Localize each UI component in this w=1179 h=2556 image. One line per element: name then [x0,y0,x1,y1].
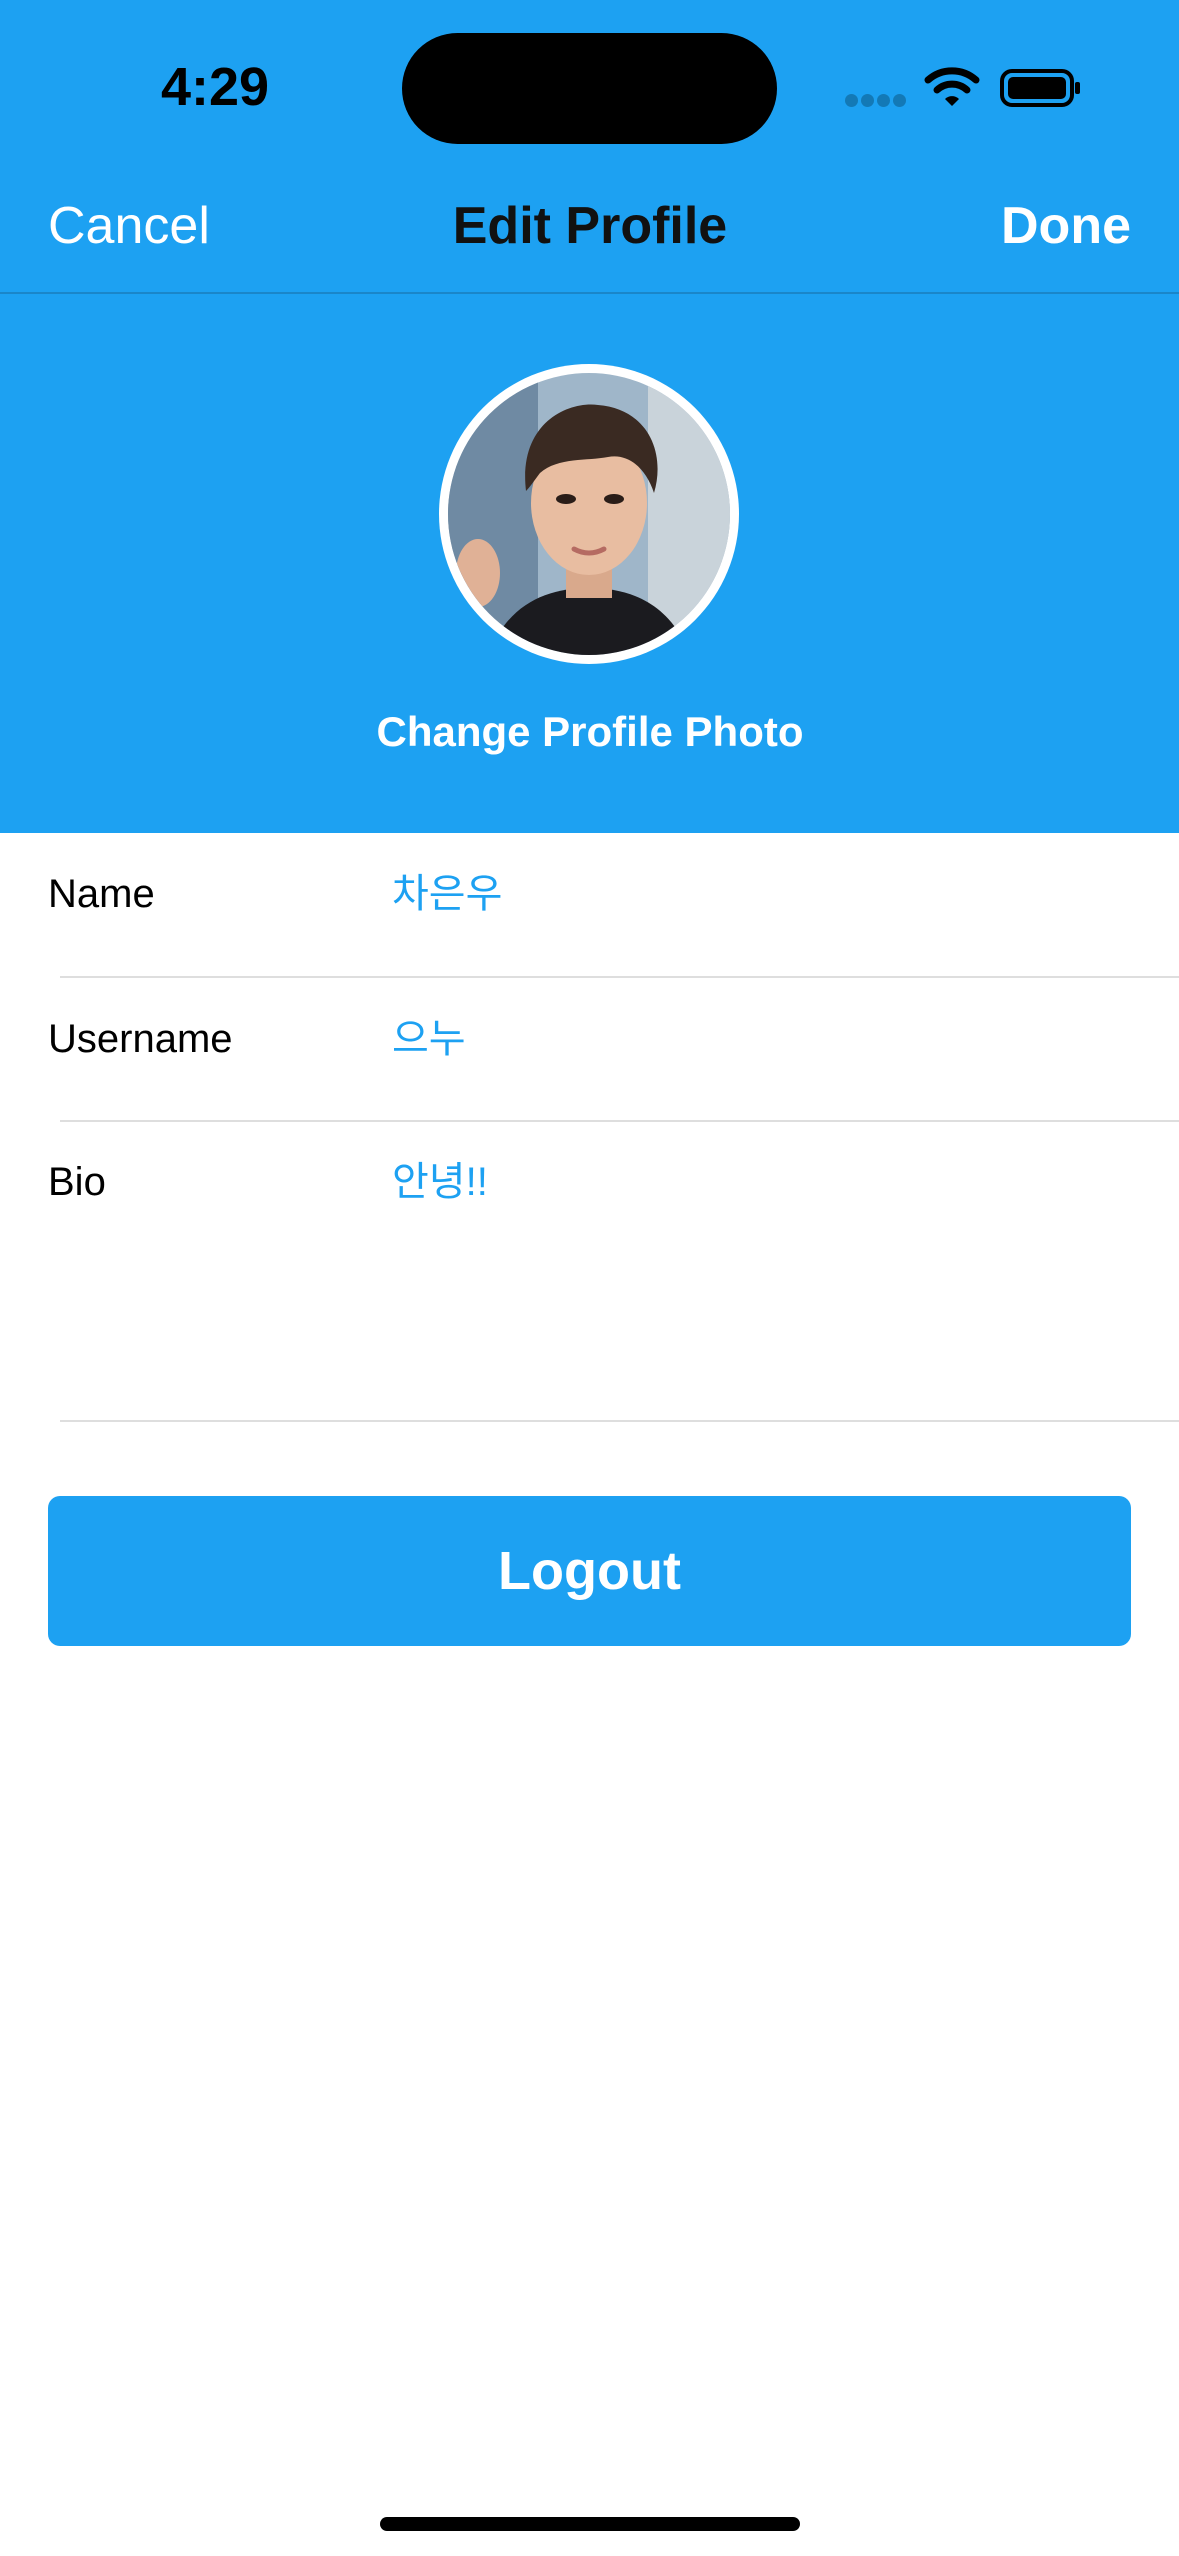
nav-divider [0,292,1179,294]
status-time: 4:29 [160,57,270,117]
name-label: Name [48,872,155,916]
done-button[interactable]: Done [1001,196,1131,256]
name-field[interactable]: 차은우 [392,866,502,922]
username-field[interactable]: 으누 [392,1011,466,1067]
logout-button[interactable]: Logout [48,1496,1131,1646]
wifi-icon [924,67,980,106]
battery-icon [1000,69,1080,107]
profile-avatar[interactable] [439,364,739,664]
home-indicator [380,2517,800,2531]
divider [60,976,1179,978]
avatar-photo [448,373,730,655]
signal-icon [845,94,907,108]
change-profile-photo-button[interactable]: Change Profile Photo [240,702,940,762]
username-label: Username [48,1017,233,1061]
bio-label: Bio [48,1160,106,1204]
bio-field[interactable]: 안녕!! [392,1154,488,1210]
page-title: Edit Profile [452,197,728,255]
divider [60,1120,1179,1122]
dynamic-island [402,33,777,144]
divider [60,1420,1179,1422]
cancel-button[interactable]: Cancel [48,196,210,256]
